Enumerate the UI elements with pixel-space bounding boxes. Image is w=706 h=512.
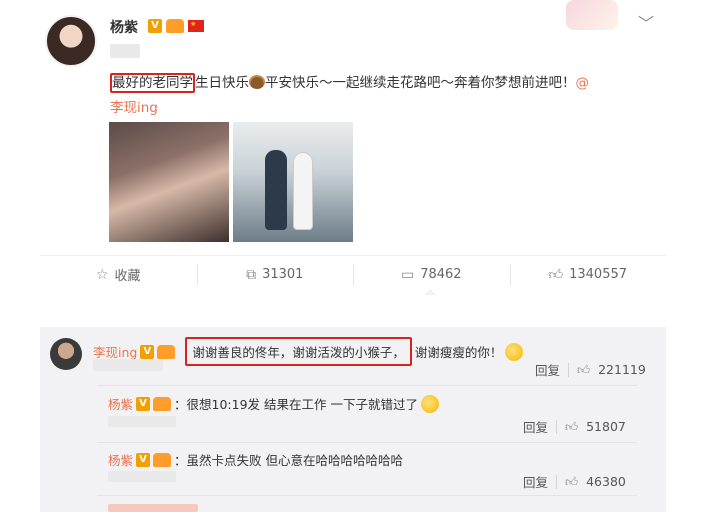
more-replies-blurred[interactable] xyxy=(108,504,198,512)
cake-icon xyxy=(249,75,265,89)
repost-icon: ⧉ xyxy=(246,266,257,283)
post-text-part: 生日快乐 xyxy=(195,75,249,91)
vip-crown-icon xyxy=(166,19,184,33)
reply-author-name[interactable]: 杨紫 xyxy=(108,394,133,413)
photo-figure xyxy=(265,150,287,230)
smile-emoji-icon xyxy=(505,342,524,361)
colon-spacer xyxy=(178,344,182,359)
reply-divider xyxy=(97,385,637,386)
comment-like-count: 221119 xyxy=(598,362,646,377)
reply-time-blurred xyxy=(108,471,176,482)
comment-time-blurred xyxy=(93,359,163,371)
reply-text: ：很想10:19发 结果在工作 一下子就错过了 xyxy=(174,397,418,412)
like-button[interactable]: 👍︎ 1340557 xyxy=(509,256,667,293)
post-author-name[interactable]: 杨紫 xyxy=(110,17,138,37)
thumbs-up-icon[interactable]: 👍︎ xyxy=(565,474,578,490)
repost-button[interactable]: ⧉ 31301 xyxy=(196,256,354,293)
comment-text: 谢谢瘦瘦的你！ xyxy=(414,345,503,360)
thumbs-up-icon: 👍︎ xyxy=(548,267,564,283)
post-text-highlight: 最好的老同学 xyxy=(110,73,195,93)
china-flag-icon xyxy=(188,20,204,32)
post-photo-2[interactable] xyxy=(233,122,353,242)
divider xyxy=(568,362,570,377)
photo-figure xyxy=(293,152,313,230)
author-badges: V xyxy=(148,19,204,33)
reply-button[interactable]: 回复 xyxy=(523,472,548,491)
reply-divider xyxy=(97,442,637,443)
chevron-down-icon[interactable]: ﹀ xyxy=(638,10,654,34)
divider xyxy=(556,474,558,489)
mention-at: @ xyxy=(575,75,590,91)
vip-crown-icon xyxy=(153,452,172,467)
comment-reply-button[interactable]: 回复 xyxy=(535,360,560,379)
reply-divider xyxy=(97,495,637,496)
reply-item: 杨紫 V ：虽然卡点失败 但心意在哈哈哈哈哈哈哈 xyxy=(108,450,403,469)
comment-count: 78462 xyxy=(420,267,462,282)
verified-icon: V xyxy=(148,19,162,33)
reply-meta: 回复 👍︎ 46380 xyxy=(523,472,626,491)
post-body: 最好的老同学 生日快乐 平安快乐～一起继续走花路吧～奔着你梦想前进吧！@ 李现ing xyxy=(110,71,670,121)
repost-count: 31301 xyxy=(262,267,304,282)
vip-crown-icon xyxy=(157,344,176,359)
commenter-avatar[interactable] xyxy=(50,338,82,370)
comment-button[interactable]: ▭ 78462 xyxy=(353,256,510,293)
comment-meta: 回复 👍︎ 221119 xyxy=(535,360,646,379)
reply-like-count: 46380 xyxy=(586,474,626,489)
verified-icon: V xyxy=(136,452,151,467)
verified-icon: V xyxy=(136,396,151,411)
post-text-part-2: 平安快乐～一起继续走花路吧～奔着你梦想前进吧！ xyxy=(265,75,576,91)
post-meta-blurred xyxy=(110,44,140,58)
laugh-cry-emoji-icon xyxy=(421,394,439,413)
sticker-decoration xyxy=(566,0,618,30)
divider xyxy=(556,419,558,434)
author-avatar[interactable] xyxy=(45,15,97,67)
comment-icon: ▭ xyxy=(400,266,415,283)
verified-icon: V xyxy=(140,344,155,359)
like-count: 1340557 xyxy=(569,267,628,282)
reply-time-blurred xyxy=(108,416,176,427)
reply-author-name[interactable]: 杨紫 xyxy=(108,450,133,469)
reply-text: ：虽然卡点失败 但心意在哈哈哈哈哈哈哈 xyxy=(174,453,403,468)
reply-like-count: 51807 xyxy=(586,419,626,434)
post-photo-1[interactable] xyxy=(109,122,229,242)
favorite-button[interactable]: ☆ 收藏 xyxy=(40,256,197,293)
thumbs-up-icon[interactable]: 👍︎ xyxy=(577,362,590,378)
post-action-bar: ☆ 收藏 ⧉ 31301 ▭ 78462 👍︎ 1340557 xyxy=(40,255,666,293)
star-icon: ☆ xyxy=(95,266,109,283)
comments-pointer xyxy=(424,289,436,295)
mention-link[interactable]: 李现ing xyxy=(110,100,158,116)
thumbs-up-icon[interactable]: 👍︎ xyxy=(565,419,578,435)
comment-text-highlight: 谢谢善良的佟年，谢谢活泼的小猴子， xyxy=(185,337,412,366)
vip-crown-icon xyxy=(153,396,172,411)
reply-meta: 回复 👍︎ 51807 xyxy=(523,417,626,436)
reply-button[interactable]: 回复 xyxy=(523,417,548,436)
reply-item: 杨紫 V ：很想10:19发 结果在工作 一下子就错过了 xyxy=(108,394,439,413)
favorite-label: 收藏 xyxy=(114,269,141,284)
